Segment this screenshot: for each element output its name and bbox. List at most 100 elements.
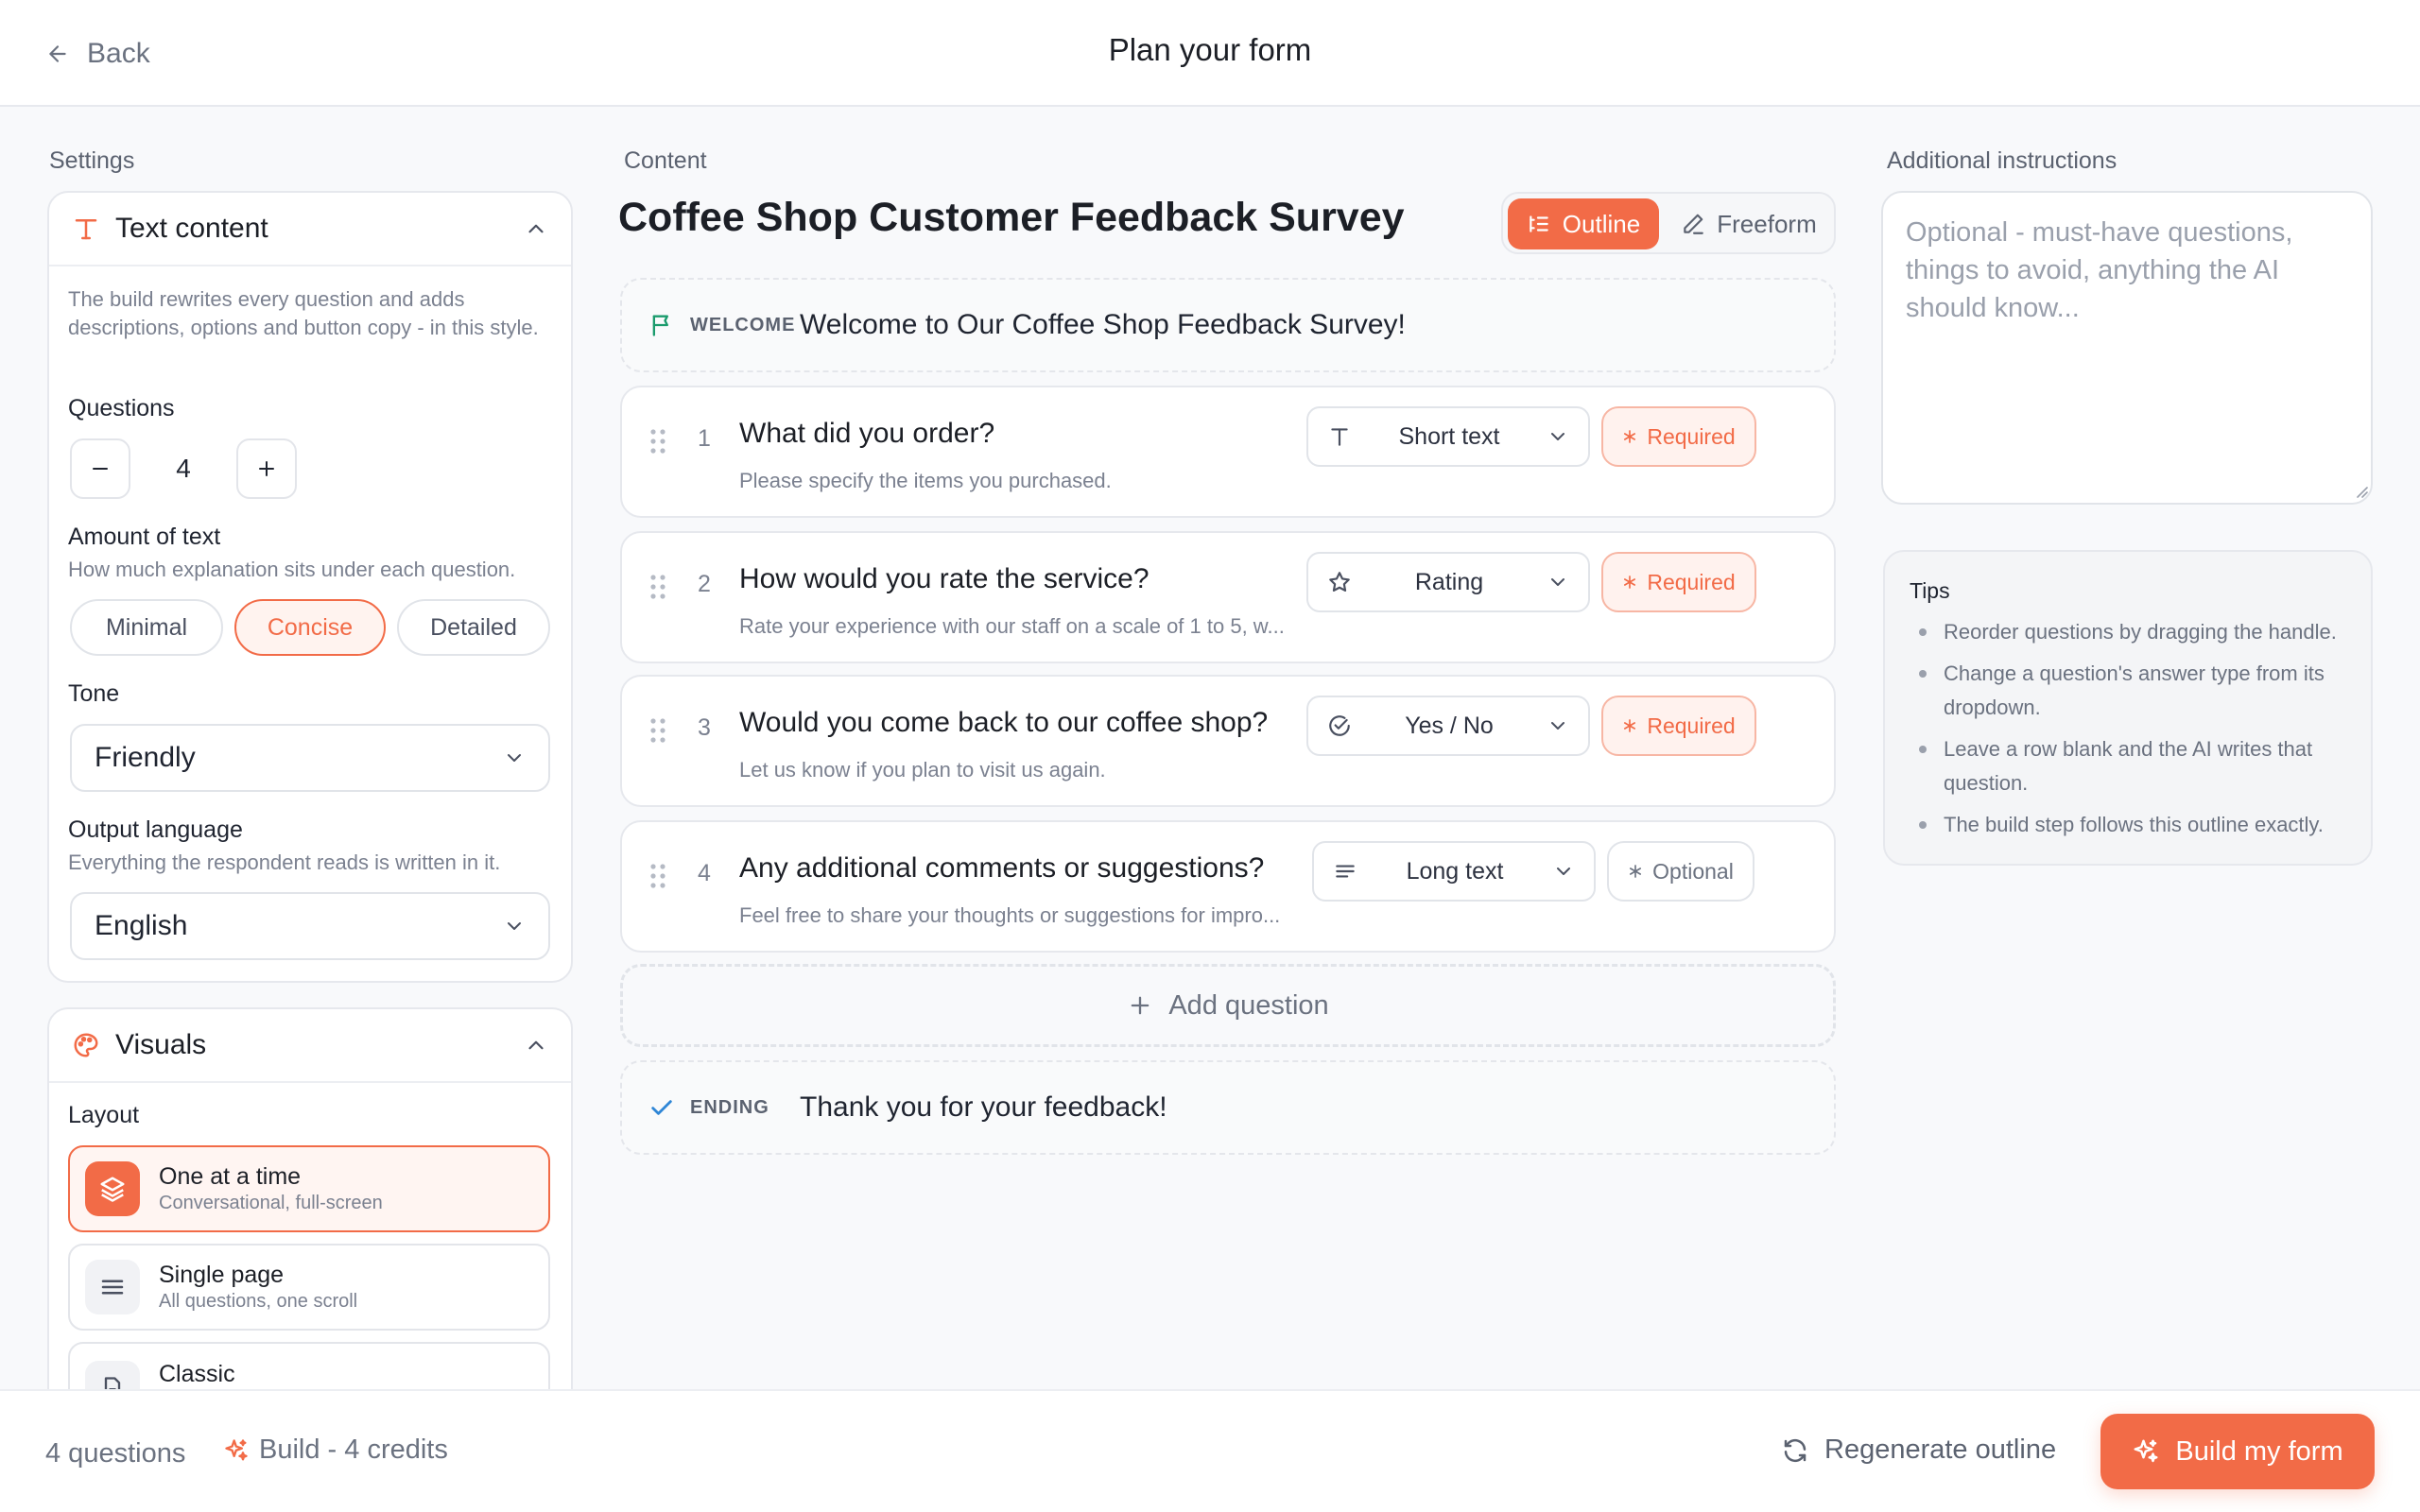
refresh-icon [1781,1436,1809,1465]
drag-handle-icon[interactable] [648,862,667,890]
output-language-label: Output language [68,816,243,843]
questions-label: Questions [68,395,175,421]
answer-type-select[interactable]: Yes / No [1306,696,1590,756]
tone-label: Tone [68,680,120,707]
chevron-up-icon[interactable] [524,1033,548,1057]
ending-screen-row[interactable]: ENDING Thank you for your feedback! [620,1060,1836,1155]
question-title[interactable]: How would you rate the service? [739,563,1150,595]
minus-icon [89,457,112,480]
check-icon [648,1094,675,1121]
survey-title[interactable]: Coffee Shop Customer Feedback Survey [618,195,1405,241]
question-row[interactable]: 2 How would you rate the service? Rate y… [620,531,1836,663]
chevron-down-icon [1547,571,1569,593]
layout-option-single-page[interactable]: Single page All questions, one scroll [68,1244,550,1331]
text-type-icon [1327,424,1352,449]
tip-item: Change a question's answer type from its… [1910,657,2346,725]
answer-type-select[interactable]: Long text [1312,841,1596,902]
question-title[interactable]: What did you order? [739,418,994,450]
outline-mode-button[interactable]: Outline [1508,198,1659,249]
tone-select[interactable]: Friendly [70,724,550,792]
increment-button[interactable] [236,438,297,499]
instructions-section-label: Additional instructions [1887,147,2118,174]
regenerate-outline-button[interactable]: Regenerate outline [1781,1435,2056,1466]
chevron-up-icon[interactable] [524,216,548,241]
page-title: Plan your form [1108,32,1312,67]
asterisk-icon [1622,718,1637,733]
menu-lines-icon [85,1260,140,1314]
drag-handle-icon[interactable] [648,573,667,601]
language-select[interactable]: English [70,892,550,960]
chevron-down-icon [1547,714,1569,737]
chevron-down-icon [503,747,526,769]
question-number: 4 [698,860,711,886]
add-question-button[interactable]: Add question [620,964,1836,1047]
question-title[interactable]: Any additional comments or suggestions? [739,852,1264,885]
content-section-label: Content [624,147,707,174]
output-language-help: Everything the respondent reads is writt… [68,850,501,874]
answer-type-label: Yes / No [1405,712,1494,739]
plus-icon [255,457,278,480]
question-count-text: 4 questions [45,1438,186,1469]
amount-of-text-label: Amount of text [68,524,221,550]
plus-icon [1127,992,1153,1019]
answer-type-label: Short text [1398,422,1500,450]
palette-icon [72,1031,100,1059]
resize-handle-icon[interactable] [2354,484,2369,499]
question-description[interactable]: Feel free to share your thoughts or sugg… [739,903,1288,928]
additional-instructions-input[interactable] [1881,191,2373,505]
freeform-mode-button[interactable]: Freeform [1668,198,1829,249]
welcome-screen-row[interactable]: WELCOME Welcome to Our Coffee Shop Feedb… [620,278,1836,372]
asterisk-icon [1622,429,1637,444]
asterisk-icon [1628,864,1643,879]
required-label: Required [1647,713,1736,738]
visuals-header[interactable]: Visuals [49,1009,571,1083]
settings-section-label: Settings [49,147,135,174]
question-description[interactable]: Please specify the items you purchased. [739,469,1288,493]
tips-list: Reorder questions by dragging the handle… [1910,615,2346,842]
question-number: 3 [698,714,711,741]
answer-type-label: Rating [1414,568,1484,595]
layout-option-one-at-a-time[interactable]: One at a time Conversational, full-scree… [68,1145,550,1232]
required-toggle[interactable]: Required [1601,406,1756,467]
visuals-title: Visuals [115,1029,207,1060]
question-description[interactable]: Let us know if you plan to visit us agai… [739,758,1288,782]
welcome-text: Welcome to Our Coffee Shop Feedback Surv… [800,309,1406,340]
question-description[interactable]: Rate your experience with our staff on a… [739,614,1288,639]
answer-type-select[interactable]: Rating [1306,552,1590,612]
tone-value: Friendly [95,742,196,773]
tips-panel: Tips Reorder questions by dragging the h… [1883,550,2373,866]
welcome-tag: WELCOME [690,314,796,335]
amount-option-detailed[interactable]: Detailed [397,599,550,656]
layout-option-title: Classic [159,1361,235,1387]
build-cost: Build - 4 credits [223,1435,448,1466]
question-title[interactable]: Would you come back to our coffee shop? [739,707,1268,739]
drag-handle-icon[interactable] [648,427,667,455]
layout-option-subtitle: Conversational, full-screen [159,1193,383,1213]
question-row[interactable]: 3 Would you come back to our coffee shop… [620,675,1836,807]
tip-item: Reorder questions by dragging the handle… [1910,615,2346,649]
optional-toggle[interactable]: Optional [1607,841,1754,902]
ending-tag: ENDING [690,1096,769,1118]
amount-option-minimal[interactable]: Minimal [70,599,223,656]
build-my-form-button[interactable]: Build my form [2100,1414,2375,1489]
required-label: Required [1647,569,1736,594]
decrement-button[interactable] [70,438,130,499]
answer-type-select[interactable]: Short text [1306,406,1590,467]
question-row[interactable]: 1 What did you order? Please specify the… [620,386,1836,518]
outline-list-icon [1527,212,1551,236]
question-row[interactable]: 4 Any additional comments or suggestions… [620,820,1836,953]
text-content-header[interactable]: Text content [49,193,571,266]
footer-bar: 4 questions Build - 4 credits Regenerate… [0,1389,2420,1512]
flag-icon [648,312,675,338]
amount-option-concise[interactable]: Concise [234,599,386,656]
build-my-form-label: Build my form [2175,1435,2343,1467]
mode-toggle: Outline Freeform [1501,192,1836,254]
amount-of-text-help: How much explanation sits under each que… [68,558,516,581]
questions-count: 4 [176,454,191,483]
tip-item: Leave a row blank and the AI writes that… [1910,732,2346,800]
required-toggle[interactable]: Required [1601,552,1756,612]
layers-icon [85,1161,140,1216]
drag-handle-icon[interactable] [648,716,667,745]
required-toggle[interactable]: Required [1601,696,1756,756]
required-label: Required [1647,423,1736,449]
